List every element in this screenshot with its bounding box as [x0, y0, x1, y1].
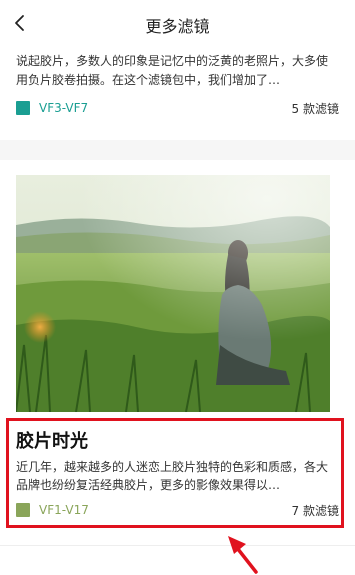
top-bar: 更多滤镜 — [0, 0, 355, 48]
filter-pack-code: VF3-VF7 — [39, 101, 89, 115]
filter-pack-meta: VF3-VF7 5 款滤镜 — [16, 98, 339, 118]
filter-pack-card[interactable]: 说起胶片，多数人的印象是记忆中的泛黄的老照片，大多使用负片胶卷拍摄。在这个滤镜包… — [0, 48, 355, 140]
filter-pack-count: 5 款滤镜 — [291, 101, 339, 116]
page-title: 更多滤镜 — [145, 17, 210, 36]
filter-color-swatch — [16, 101, 30, 115]
arrow-icon — [228, 536, 258, 574]
photo-illustration — [16, 175, 330, 412]
filter-pack-description: 说起胶片，多数人的印象是记忆中的泛黄的老照片，大多使用负片胶卷拍摄。在这个滤镜包… — [16, 54, 329, 87]
highlight-box — [6, 418, 344, 528]
section-divider — [0, 140, 355, 160]
section-divider — [0, 545, 355, 546]
filter-preview-image[interactable] — [16, 175, 330, 412]
